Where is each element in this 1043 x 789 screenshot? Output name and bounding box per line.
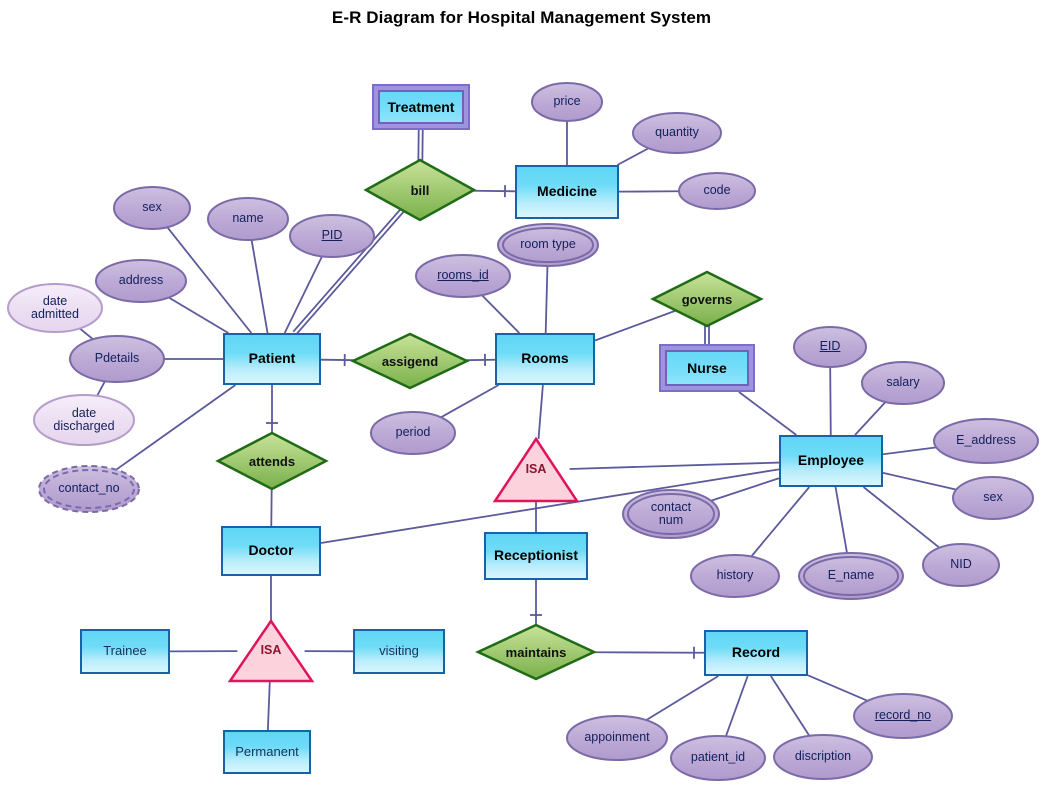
node-layer: Treatment Medicine Patient Rooms Nurse Employ… <box>0 0 1043 789</box>
entity-employee[interactable]: Employee <box>779 435 883 487</box>
entity-visiting[interactable]: visiting <box>353 629 445 674</box>
entity-medicine[interactable]: Medicine <box>515 165 619 219</box>
entity-receptionist[interactable]: Receptionist <box>484 532 588 580</box>
weak-entity-nurse[interactable]: Nurse <box>659 344 755 392</box>
attribute-appoinment[interactable]: appoinment <box>561 710 673 766</box>
isa-triangle-isa-doctor[interactable]: ISA <box>227 618 315 684</box>
entity-label: Nurse <box>665 350 749 386</box>
relationship-assigend[interactable]: assigend <box>350 331 470 391</box>
attribute-sex-patient[interactable]: sex <box>108 181 196 235</box>
attribute-e-address[interactable]: E_address <box>928 413 1043 469</box>
attribute-e-name[interactable]: E_name <box>793 547 909 605</box>
attribute-period[interactable]: period <box>365 406 461 460</box>
attribute-rooms-id[interactable]: rooms_id <box>410 249 516 303</box>
relationship-governs[interactable]: governs <box>650 269 764 329</box>
weak-entity-treatment[interactable]: Treatment <box>372 84 470 130</box>
entity-doctor[interactable]: Doctor <box>221 526 321 576</box>
entity-permanent[interactable]: Permanent <box>223 730 311 774</box>
attribute-name[interactable]: name <box>202 192 294 246</box>
entity-label: Treatment <box>378 90 464 124</box>
attribute-quantity[interactable]: quantity <box>627 107 727 159</box>
entity-rooms[interactable]: Rooms <box>495 333 595 385</box>
attribute-contact-num[interactable]: contact num <box>617 484 725 544</box>
attribute-date-admitted[interactable]: date admitted <box>2 278 108 338</box>
relationship-attends[interactable]: attends <box>215 430 329 492</box>
attribute-date-discharged[interactable]: date discharged <box>28 389 140 451</box>
attribute-pdetails[interactable]: Pdetails <box>64 330 170 388</box>
isa-triangle-isa-employee[interactable]: ISA <box>492 436 580 504</box>
attribute-sex-employee[interactable]: sex <box>947 471 1039 525</box>
attribute-price[interactable]: price <box>526 77 608 127</box>
attribute-record-no[interactable]: record_no <box>848 688 958 744</box>
attribute-history[interactable]: history <box>685 549 785 603</box>
relationship-bill[interactable]: bill <box>363 157 477 223</box>
attribute-code[interactable]: code <box>673 167 761 215</box>
er-diagram-canvas: E-R Diagram for Hospital Management Syst… <box>0 0 1043 789</box>
attribute-contact-no[interactable]: contact_no <box>33 460 145 518</box>
entity-trainee[interactable]: Trainee <box>80 629 170 674</box>
attribute-pid[interactable]: PID <box>284 209 380 263</box>
entity-patient[interactable]: Patient <box>223 333 321 385</box>
relationship-maintains[interactable]: maintains <box>475 622 597 682</box>
entity-record[interactable]: Record <box>704 630 808 676</box>
attribute-nid[interactable]: NID <box>917 538 1005 592</box>
attribute-patient-id[interactable]: patient_id <box>665 730 771 786</box>
attribute-salary[interactable]: salary <box>856 356 950 410</box>
